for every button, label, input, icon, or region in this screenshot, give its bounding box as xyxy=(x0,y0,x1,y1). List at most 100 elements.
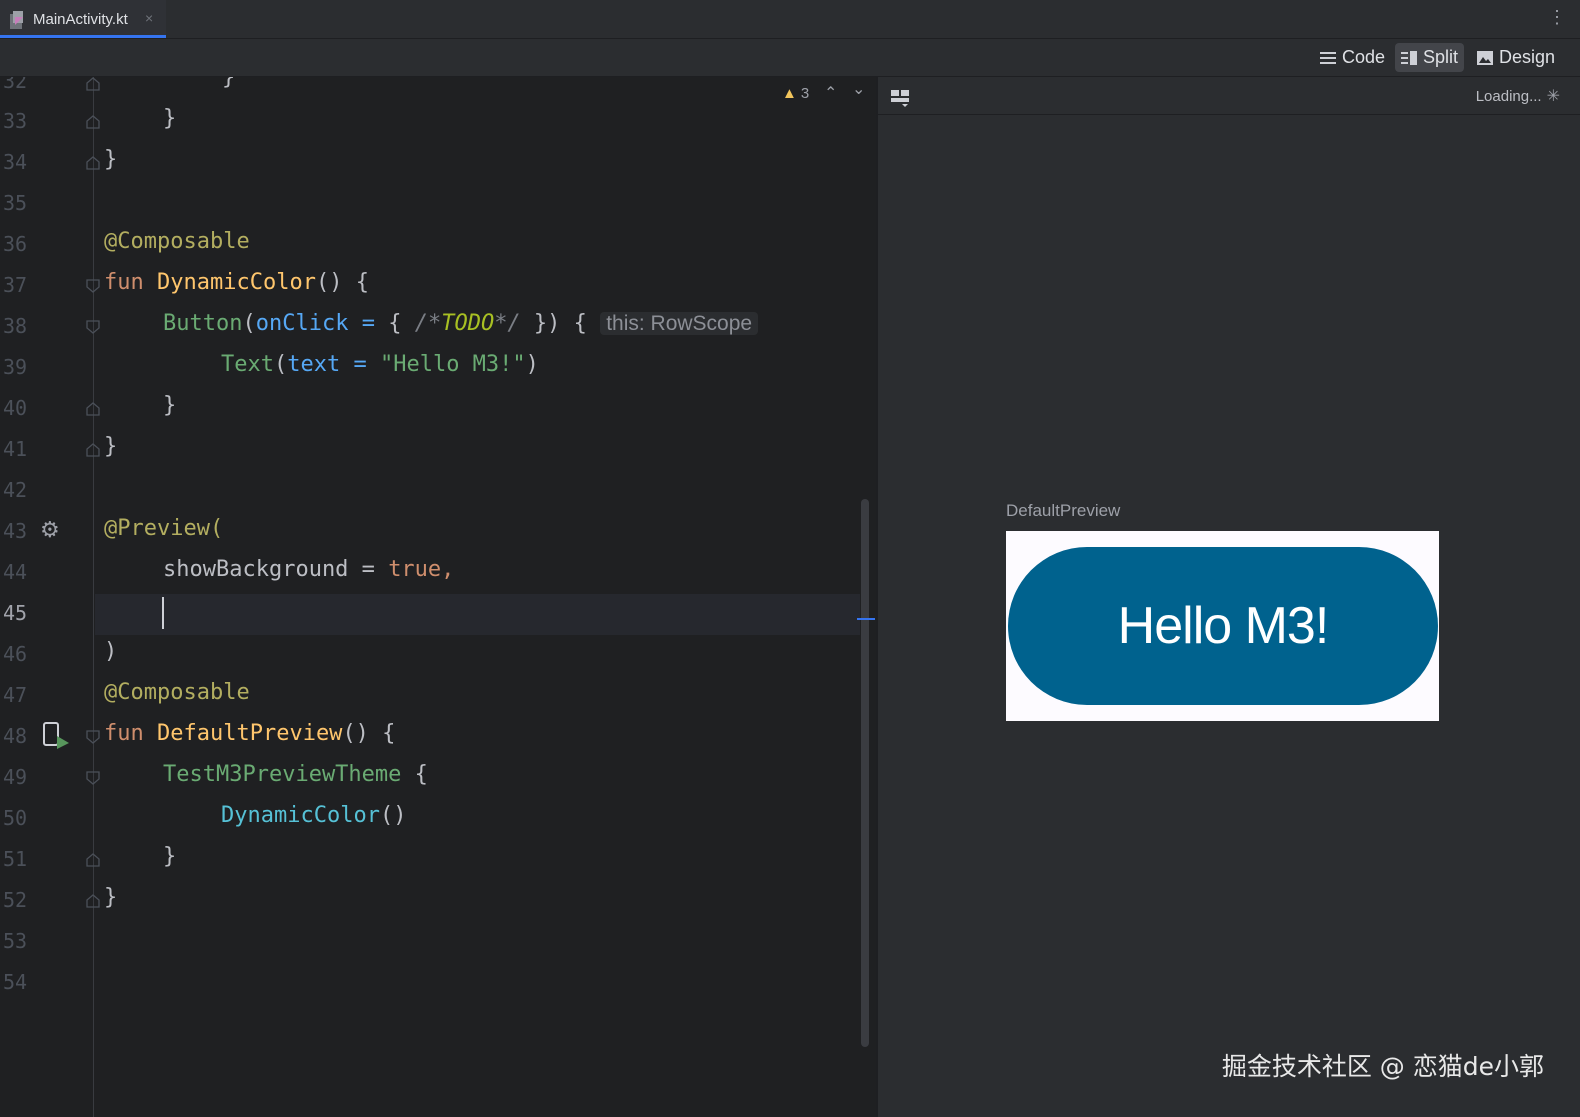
text-cursor xyxy=(162,597,164,629)
preview-settings-gear-icon[interactable]: ⚙ xyxy=(40,517,60,543)
inspection-widget[interactable]: ▲ 3 xyxy=(782,85,809,102)
fold-marker-icon[interactable] xyxy=(86,156,100,170)
watermark: 掘金技术社区 @ 恋猫de小郭 xyxy=(1221,1052,1544,1081)
current-line-highlight xyxy=(95,594,860,635)
punctuation: { xyxy=(388,311,415,336)
operator: = xyxy=(340,352,380,377)
code-line: } xyxy=(104,434,118,459)
punctuation: ) xyxy=(525,352,539,377)
line-number: 54 xyxy=(3,970,28,994)
param-name: onClick xyxy=(255,311,349,336)
call-name: DynamicColor xyxy=(221,803,380,828)
preview-render[interactable]: Hello M3! xyxy=(1006,531,1439,721)
split-icon xyxy=(1401,50,1417,65)
call-name: Text xyxy=(221,352,274,377)
comment: */ xyxy=(494,311,521,336)
code-line: Text(text = "Hello M3!") xyxy=(221,352,539,377)
editor-scrollbar[interactable] xyxy=(861,499,869,1047)
operator: = xyxy=(348,311,389,336)
line-number: 35 xyxy=(3,191,28,215)
fold-marker-icon[interactable] xyxy=(86,894,100,908)
line-number: 53 xyxy=(3,929,28,953)
param-name: showBackground xyxy=(163,557,349,582)
punctuation: }) xyxy=(520,311,561,336)
code-line: fun DefaultPreview() { xyxy=(104,721,395,746)
spinner-icon: ✳ xyxy=(1546,88,1560,105)
tab-label: MainActivity.kt xyxy=(33,11,128,28)
fold-marker-icon[interactable] xyxy=(86,771,100,785)
line-number: 44 xyxy=(3,560,28,584)
line-number: 48 xyxy=(3,724,28,748)
annotation: @Preview( xyxy=(104,516,224,541)
line-number: 38 xyxy=(3,314,28,338)
layout-grid-icon[interactable] xyxy=(890,87,910,107)
run-preview-icon[interactable] xyxy=(42,722,70,750)
line-number: 49 xyxy=(3,765,28,789)
code-mode-button[interactable]: Code xyxy=(1314,43,1391,72)
line-number: 34 xyxy=(3,150,28,174)
code-line: } xyxy=(163,844,177,869)
code-line: @Preview( xyxy=(104,516,223,541)
line-number: 37 xyxy=(3,273,28,297)
line-number: 50 xyxy=(3,806,28,830)
hello-m3-button[interactable]: Hello M3! xyxy=(1008,547,1438,705)
operator: = xyxy=(348,557,389,582)
code-line: DynamicColor() xyxy=(221,803,406,828)
annotation: @Composable xyxy=(104,229,250,254)
split-mode-label: Split xyxy=(1423,47,1459,67)
code-line: } xyxy=(104,147,118,172)
line-number: 47 xyxy=(3,683,28,707)
line-number: 43 xyxy=(3,519,28,543)
caret-scroll-marker xyxy=(857,618,875,620)
compose-preview-pane: Loading... ✳ DefaultPreview Hello M3! 掘金… xyxy=(876,77,1580,1117)
line-number: 39 xyxy=(3,355,28,379)
punctuation: { xyxy=(401,762,428,787)
preview-name: DefaultPreview xyxy=(1006,501,1121,520)
chevron-down-icon[interactable]: ⌄ xyxy=(852,79,865,99)
code-line: } xyxy=(163,106,177,131)
punctuation: ( xyxy=(242,311,256,336)
fold-marker-icon[interactable] xyxy=(86,402,100,416)
close-icon[interactable]: × xyxy=(145,10,153,26)
loading-label: Loading... xyxy=(1475,87,1542,105)
code-line: } xyxy=(163,393,177,418)
code-line: Button(onClick = { /*TODO*/ }) { this: R… xyxy=(163,311,759,336)
line-number: 41 xyxy=(3,437,28,461)
todo-comment: TODO xyxy=(441,311,495,336)
fold-marker-icon[interactable] xyxy=(86,115,100,129)
code-line: @Composable xyxy=(104,229,250,254)
preview-toolbar: Loading... ✳ xyxy=(878,77,1580,115)
active-tab-indicator xyxy=(0,35,166,38)
code-editor[interactable]: 32 33 34 35 36 37 38 39 40 41 42 43 44 4… xyxy=(0,77,875,1117)
code-line: fun DynamicColor() { xyxy=(104,270,369,295)
design-mode-button[interactable]: Design xyxy=(1471,43,1561,72)
fold-marker-icon[interactable] xyxy=(86,279,100,293)
editor-tab-bar: MainActivity.kt × ⋮ xyxy=(0,0,1580,39)
warning-icon: ▲ xyxy=(782,85,797,102)
fold-marker-icon[interactable] xyxy=(86,320,100,334)
annotation: @Composable xyxy=(104,680,250,705)
more-options-icon[interactable]: ⋮ xyxy=(1548,8,1566,26)
fold-marker-icon[interactable] xyxy=(86,77,100,91)
code-line: ) xyxy=(104,639,118,664)
view-mode-toolbar: Code Split Design xyxy=(0,39,1580,77)
split-mode-button[interactable]: Split xyxy=(1395,43,1465,72)
tab-mainactivity[interactable]: MainActivity.kt × xyxy=(0,0,166,38)
punctuation: { xyxy=(560,311,601,336)
fold-marker-icon[interactable] xyxy=(86,730,100,744)
line-number: 32 xyxy=(3,77,28,93)
function-name: DynamicColor xyxy=(157,270,316,295)
call-name: Button xyxy=(163,311,243,336)
warning-count: 3 xyxy=(800,85,810,102)
fold-marker-icon[interactable] xyxy=(86,853,100,867)
call-name: TestM3PreviewTheme xyxy=(163,762,402,787)
gutter-divider xyxy=(93,77,94,1117)
fold-marker-icon[interactable] xyxy=(86,443,100,457)
punctuation: () { xyxy=(342,721,396,746)
inlay-hint: this: RowScope xyxy=(600,312,759,335)
function-name: DefaultPreview xyxy=(157,721,343,746)
chevron-up-icon[interactable]: ⌃ xyxy=(824,83,837,103)
loading-indicator: Loading... ✳ xyxy=(1476,86,1560,106)
code-mode-label: Code xyxy=(1342,47,1386,67)
lines-icon xyxy=(1320,51,1336,64)
